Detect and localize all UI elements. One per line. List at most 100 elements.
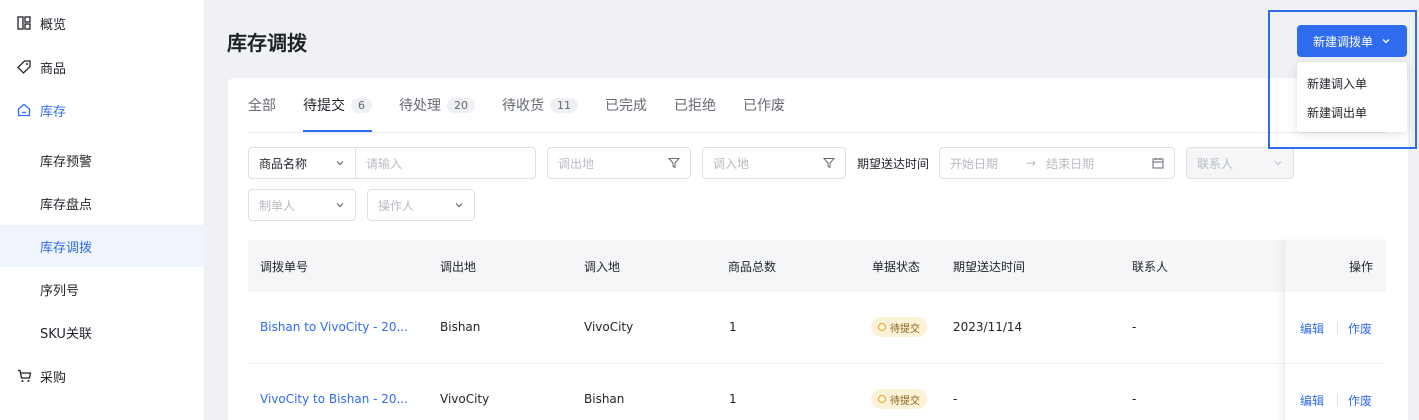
qty-cell: 1: [729, 392, 737, 406]
tab-pending-process[interactable]: 待处理 20: [399, 78, 475, 132]
column-header: 单据状态: [872, 260, 921, 274]
column-header: 期望送达时间: [953, 260, 1026, 274]
from-location-filter[interactable]: 调出地: [547, 147, 691, 179]
status-badge: 待提交: [871, 389, 927, 409]
sidebar-item-label: 库存: [40, 104, 67, 120]
transfer-id-link[interactable]: VivoCity to Bishan - 20...: [260, 392, 408, 406]
column-header: 调拨单号: [260, 260, 309, 274]
cart-icon: [16, 368, 32, 384]
operator-placeholder: 操作人: [378, 198, 415, 213]
sidebar-item-label: 序列号: [40, 283, 80, 299]
void-link[interactable]: 作废: [1348, 392, 1372, 409]
from-cell: Bishan: [440, 320, 481, 334]
tab-label: 待提交: [303, 98, 345, 114]
tab-all[interactable]: 全部: [248, 78, 276, 132]
chevron-down-icon: [1273, 158, 1283, 168]
void-link[interactable]: 作废: [1348, 320, 1372, 337]
to-cell: Bishan: [584, 392, 625, 406]
edit-link[interactable]: 编辑: [1300, 392, 1324, 409]
home-icon: [16, 102, 32, 118]
from-cell: VivoCity: [440, 392, 490, 406]
search-input[interactable]: 请输入: [355, 147, 536, 179]
column-header: 商品总数: [728, 260, 777, 274]
date-end-placeholder: 结束日期: [1046, 156, 1095, 171]
contact-placeholder: 联系人: [1197, 156, 1234, 171]
tab-label: 已完成: [605, 98, 647, 114]
to-location-filter[interactable]: 调入地: [702, 147, 846, 179]
operator-filter[interactable]: 操作人: [367, 189, 475, 221]
chevron-down-icon: [335, 200, 345, 210]
sidebar-item-products[interactable]: 商品: [0, 46, 205, 88]
sidebar-item-serial[interactable]: 序列号: [0, 268, 205, 310]
sidebar-item-label: 库存盘点: [40, 197, 93, 213]
sidebar-item-stock-alert[interactable]: 库存预警: [0, 139, 205, 181]
sidebar: 概览 商品 库存 库存预警 库存盘点 库存调拨 序列号 SKU关联 采购: [0, 0, 205, 420]
tab-label: 全部: [248, 98, 276, 114]
contact-cell: -: [1132, 320, 1137, 334]
filter-icon: [668, 157, 680, 169]
tab-completed[interactable]: 已完成: [605, 78, 647, 132]
pending-icon: [878, 395, 886, 403]
from-placeholder: 调出地: [558, 156, 595, 171]
tabs-divider: [248, 132, 1386, 133]
tab-label: 已拒绝: [674, 98, 716, 114]
search-field-select[interactable]: 商品名称: [248, 147, 356, 179]
tab-rejected[interactable]: 已拒绝: [674, 78, 716, 132]
separator: [1337, 322, 1338, 334]
date-label: 期望送达时间: [857, 157, 930, 171]
sidebar-item-label: 商品: [40, 61, 67, 77]
sidebar-item-transfer[interactable]: 库存调拨: [0, 225, 205, 267]
column-header: 调入地: [584, 260, 621, 274]
maker-placeholder: 制单人: [259, 198, 296, 213]
maker-filter[interactable]: 制单人: [248, 189, 356, 221]
sidebar-item-label: SKU关联: [40, 326, 92, 342]
sidebar-item-inventory[interactable]: 库存: [0, 89, 205, 131]
edit-link[interactable]: 编辑: [1300, 320, 1324, 337]
date-range-picker[interactable]: 开始日期 → 结束日期: [939, 147, 1175, 179]
table-header: 调拨单号 调出地 调入地 商品总数 单据状态 期望送达时间 联系人 操作: [248, 240, 1386, 292]
pending-icon: [878, 323, 886, 331]
table-row: VivoCity to Bishan - 20... VivoCity Bish…: [248, 364, 1386, 420]
page-title: 库存调拨: [227, 31, 307, 55]
to-placeholder: 调入地: [713, 156, 750, 171]
chevron-down-icon: [454, 200, 464, 210]
tab-label: 已作废: [743, 98, 785, 114]
count-badge: 6: [351, 97, 372, 113]
qty-cell: 1: [729, 320, 737, 334]
transfer-id-link[interactable]: Bishan to VivoCity - 20...: [260, 320, 408, 334]
column-header: 联系人: [1132, 260, 1169, 274]
sidebar-item-purchase[interactable]: 采购: [0, 355, 205, 397]
actions-column: 编辑 作废 编辑 作废: [1284, 240, 1386, 420]
to-cell: VivoCity: [584, 320, 634, 334]
status-tabs: 全部 待提交 6 待处理 20 待收货 11 已完成 已拒绝 已作废: [248, 78, 812, 132]
chevron-down-icon: [335, 158, 345, 168]
separator: [1337, 394, 1338, 406]
calendar-icon: [1152, 157, 1164, 169]
status-text: 待提交: [890, 395, 920, 407]
table-row: Bishan to VivoCity - 20... Bishan VivoCi…: [248, 292, 1386, 364]
arrow-right-icon: →: [1026, 156, 1037, 170]
status-badge: 待提交: [871, 317, 927, 337]
date-cell: 2023/11/14: [953, 320, 1023, 334]
highlight-box: [1268, 10, 1417, 149]
sidebar-item-stocktake[interactable]: 库存盘点: [0, 182, 205, 224]
tab-voided[interactable]: 已作废: [743, 78, 785, 132]
status-text: 待提交: [890, 323, 920, 335]
contact-cell: -: [1132, 392, 1137, 406]
tab-pending-receive[interactable]: 待收货 11: [502, 78, 578, 132]
date-cell: -: [953, 392, 958, 406]
transfer-list-card: 全部 待提交 6 待处理 20 待收货 11 已完成 已拒绝 已作废 商品名称 请输入…: [228, 78, 1408, 420]
tab-label: 待处理: [399, 98, 441, 114]
sidebar-item-sku-link[interactable]: SKU关联: [0, 311, 205, 353]
count-badge: 11: [550, 97, 578, 113]
sidebar-item-label: 采购: [40, 370, 67, 386]
tab-pending-submit[interactable]: 待提交 6: [303, 78, 372, 132]
count-badge: 20: [447, 97, 475, 113]
sidebar-item-label: 库存预警: [40, 154, 93, 170]
search-placeholder: 请输入: [366, 156, 403, 171]
dashboard-icon: [16, 15, 32, 31]
contact-filter[interactable]: 联系人: [1186, 147, 1294, 179]
sidebar-item-overview[interactable]: 概览: [0, 2, 205, 44]
search-field-value: 商品名称: [259, 156, 308, 171]
tab-label: 待收货: [502, 98, 544, 114]
